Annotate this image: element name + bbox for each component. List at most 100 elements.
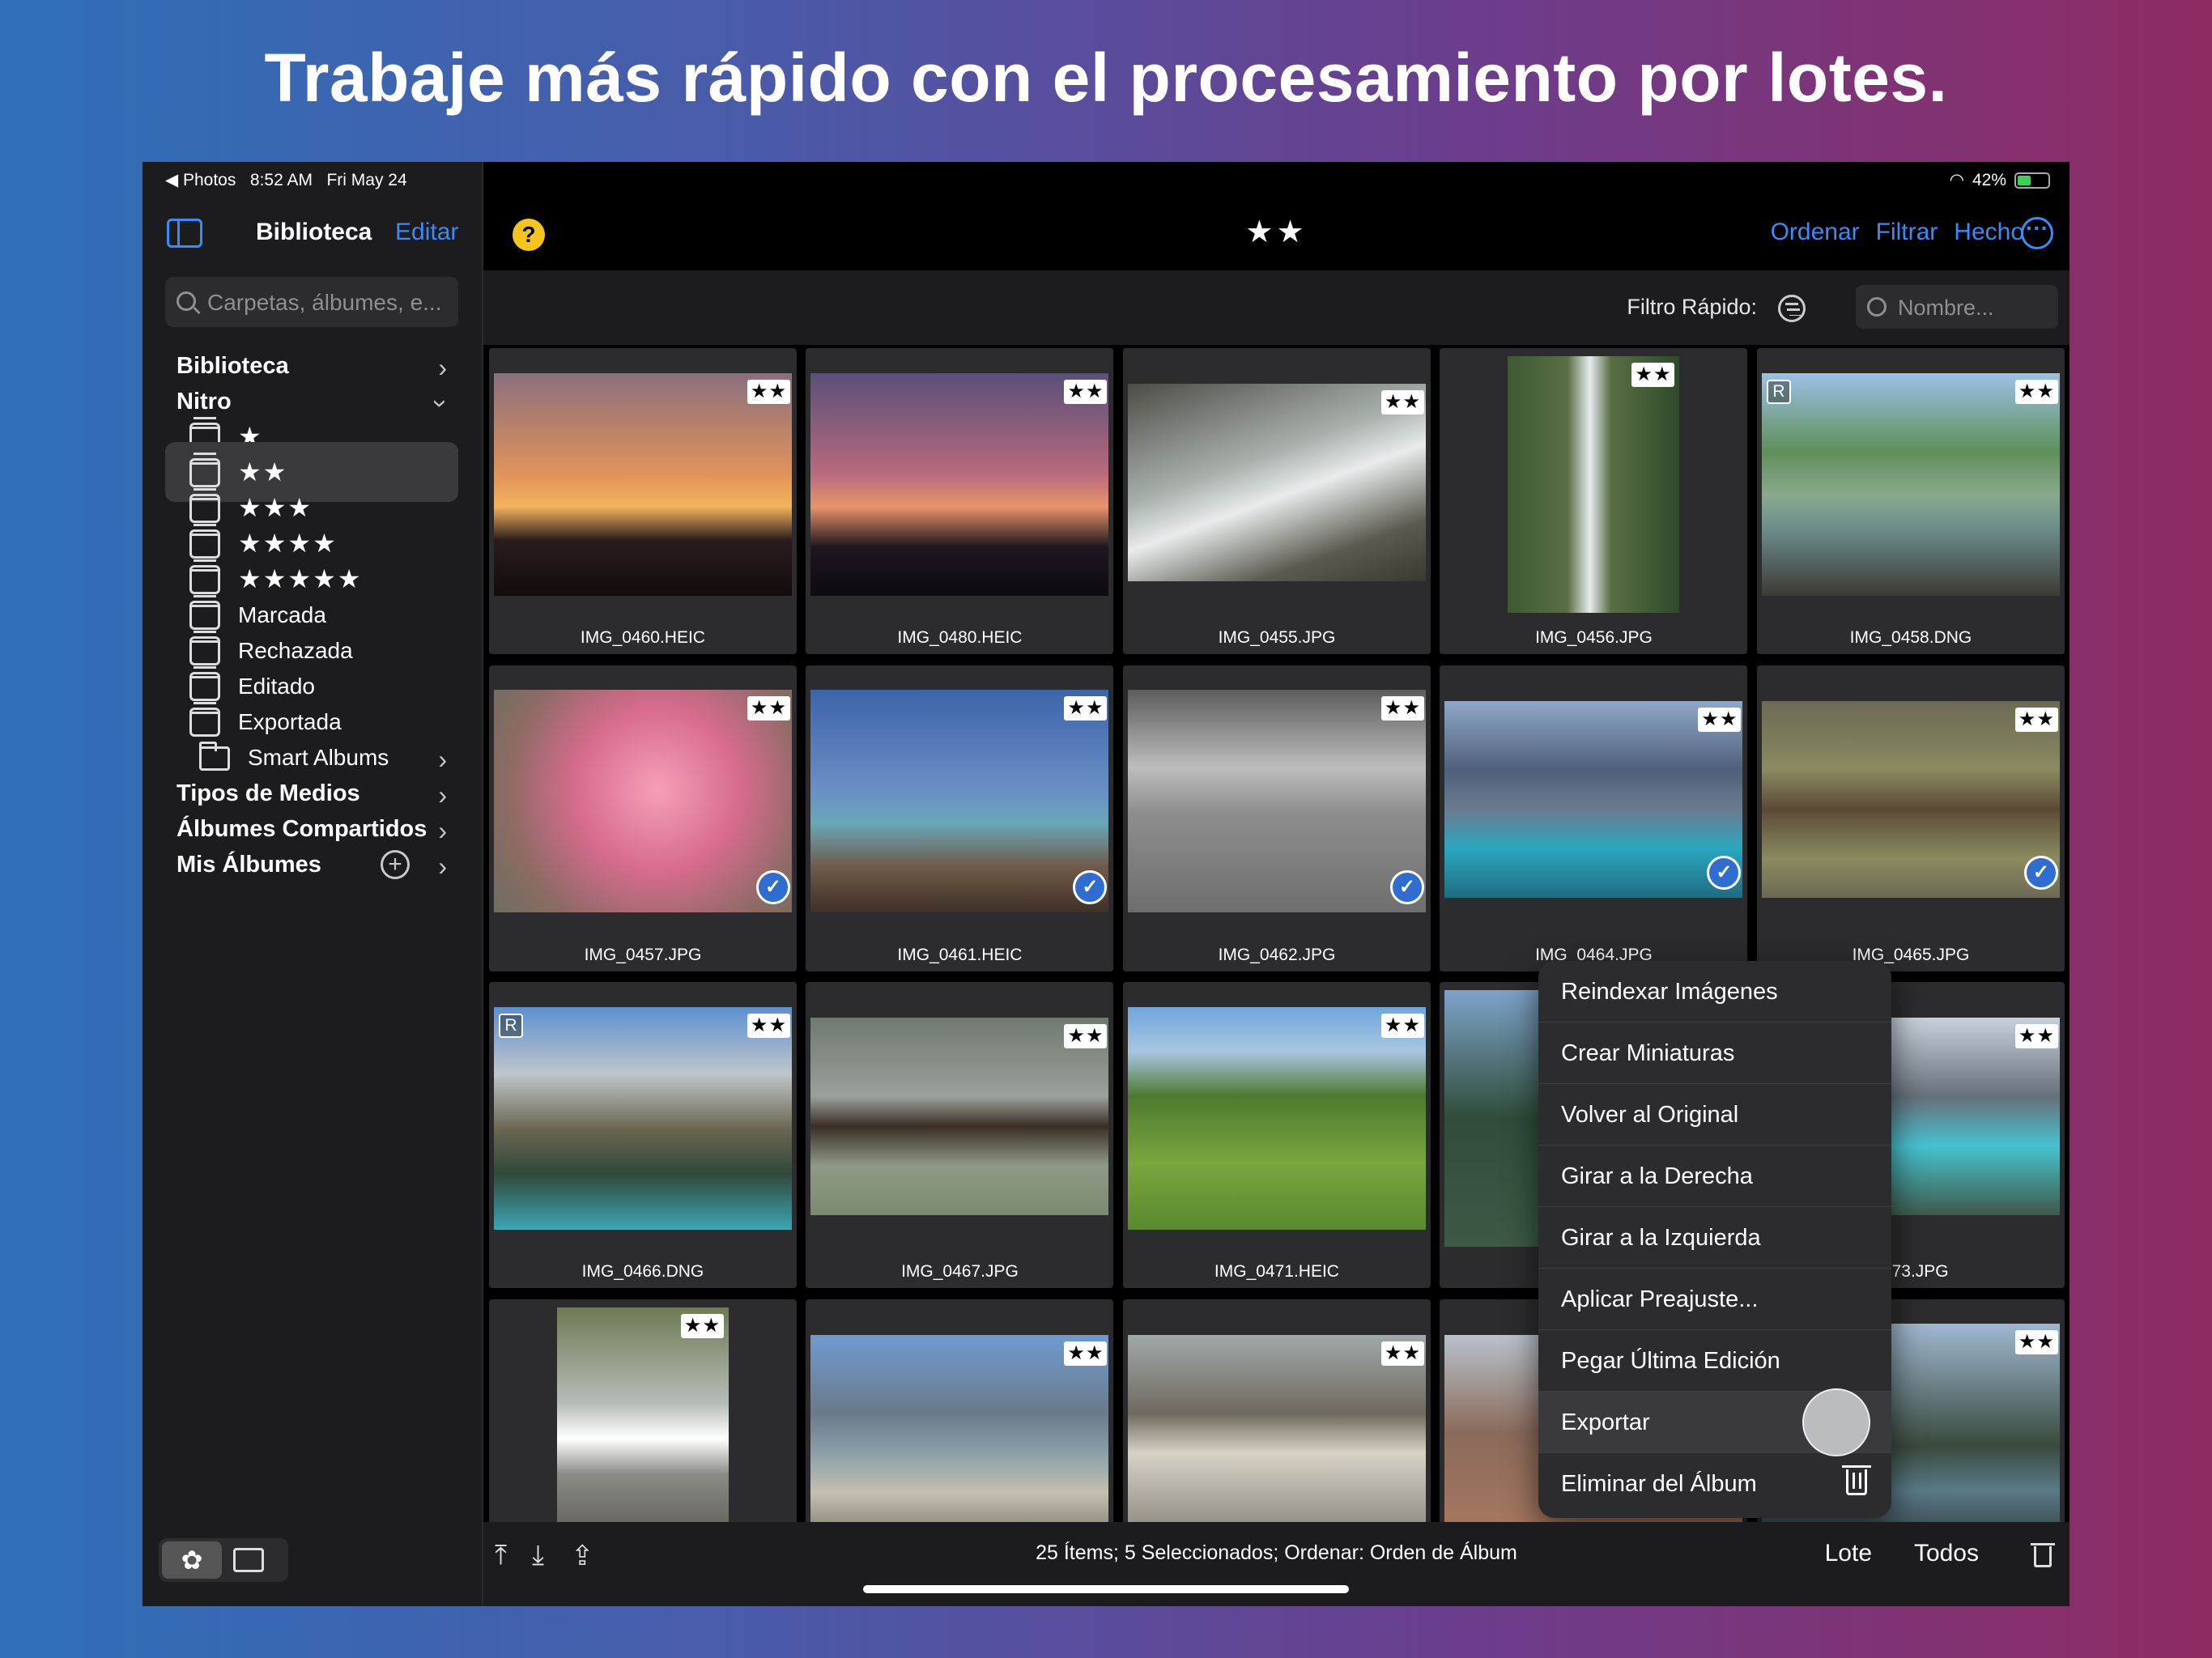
batch-context-menu: Reindexar Imágenes Crear Miniaturas Volv… — [1538, 961, 1891, 1518]
photo-cell[interactable]: ★★ ✓ IMG_0464.JPG — [1440, 665, 1748, 971]
menu-item-label: Crear Miniaturas — [1561, 1040, 1735, 1066]
photo-thumbnail — [1127, 690, 1426, 912]
photo-filename: IMG_0456.JPG — [1535, 628, 1653, 647]
battery-percent: 42% — [1972, 170, 2006, 189]
sidebar-section-my-albums[interactable]: Mis Álbumes + › — [165, 834, 458, 895]
chevron-right-icon: › — [438, 852, 447, 881]
menu-remove-from-album[interactable]: Eliminar del Álbum — [1538, 1453, 1891, 1515]
menu-item-label: Aplicar Preajuste... — [1561, 1286, 1759, 1312]
photo-filename: IMG_0457.JPG — [584, 945, 702, 964]
batch-button[interactable]: Lote — [1825, 1540, 1872, 1567]
menu-rotate-left[interactable]: Girar a la Izquierda — [1538, 1207, 1891, 1269]
photo-cell[interactable]: ★★ ✓ IMG_0461.HEIC — [806, 665, 1114, 971]
rating-badge: ★★ — [1380, 696, 1424, 721]
photo-filename: IMG_0471.HEIC — [1214, 1262, 1339, 1281]
top-actions: Ordenar Filtrar Hecho — [1771, 219, 2024, 246]
menu-item-label: Pegar Última Edición — [1561, 1348, 1780, 1374]
menu-create-thumbnails[interactable]: Crear Miniaturas — [1538, 1022, 1891, 1084]
section-label: Mis Álbumes — [177, 852, 321, 878]
photo-filename: IMG_0461.HEIC — [897, 945, 1023, 964]
photo-cell[interactable]: ★★ ✓ IMG_0465.JPG — [1756, 665, 2065, 971]
photo-cell[interactable]: ★★ IMG_0460.HEIC — [488, 348, 797, 654]
photo-filename: IMG_0466.DNG — [581, 1262, 704, 1281]
menu-item-label: Eliminar del Álbum — [1561, 1471, 1757, 1497]
selected-check-icon: ✓ — [1389, 870, 1424, 905]
photo-thumbnail — [1761, 372, 2060, 596]
selected-check-icon: ✓ — [2023, 856, 2058, 891]
rating-badge: ★★ — [747, 379, 790, 404]
photo-cell[interactable]: ★★ IMG_0456.JPG — [1440, 348, 1748, 654]
photo-filename: IMG_0467.JPG — [901, 1262, 1019, 1281]
rating-badge: ★★ — [2014, 1024, 2058, 1049]
search-icon — [177, 291, 196, 311]
status-time: 8:52 AM — [249, 171, 313, 189]
headline: Trabaje más rápido con el procesamiento … — [264, 40, 1948, 116]
status-left: ◀ Photos 8:52 AM Fri May 24 — [165, 170, 407, 190]
photo-filename: IMG_0460.HEIC — [580, 628, 705, 647]
status-right: ◠ 42% — [1950, 170, 2050, 190]
photo-thumbnail — [493, 372, 792, 596]
bottom-toolbar: ⤒ ⤓ ⇪ 25 Ítems; 5 Seleccionados; Ordenar… — [483, 1522, 2069, 1606]
name-search-placeholder: Nombre... — [1898, 295, 1994, 320]
select-all-button[interactable]: Todos — [1914, 1540, 1979, 1567]
menu-apply-preset[interactable]: Aplicar Preajuste... — [1538, 1269, 1891, 1330]
menu-revert-original[interactable]: Volver al Original — [1538, 1084, 1891, 1146]
filter-lines-icon[interactable] — [1778, 295, 1806, 322]
filter-button[interactable]: Filtrar — [1876, 219, 1938, 246]
photo-cell[interactable]: ★★ IMG_0471.HEIC — [1122, 982, 1431, 1288]
edit-button[interactable]: Editar — [395, 219, 458, 246]
sidebar-search-placeholder: Carpetas, álbumes, e... — [207, 290, 442, 315]
photo-filename: IMG_0458.DNG — [1849, 628, 1972, 647]
rating-badge: ★★ — [1380, 390, 1424, 415]
selected-check-icon: ✓ — [755, 870, 790, 905]
photos-flower-icon[interactable]: ✿ — [162, 1541, 222, 1579]
menu-paste-last-edit[interactable]: Pegar Última Edición — [1538, 1330, 1891, 1392]
view-mode-segmented-control: ✿ — [159, 1538, 288, 1582]
rating-badge: ★★ — [1064, 696, 1108, 721]
menu-reindex-images[interactable]: Reindexar Imágenes — [1538, 961, 1891, 1022]
rating-badge: ★★ — [1064, 1341, 1108, 1366]
search-icon — [1867, 297, 1887, 317]
battery-icon — [2014, 172, 2050, 189]
rating-badge: ★★ — [1631, 363, 1675, 388]
menu-rotate-right[interactable]: Girar a la Derecha — [1538, 1146, 1891, 1207]
photo-thumbnail — [810, 690, 1109, 912]
wifi-icon: ◠ — [1949, 171, 1964, 189]
photo-filename: IMG_0455.JPG — [1218, 628, 1336, 647]
photo-cell[interactable]: ★★ IMG_0467.JPG — [806, 982, 1114, 1288]
delete-icon[interactable] — [2031, 1543, 2055, 1567]
home-indicator — [863, 1585, 1349, 1593]
rating-badge: ★★ — [1698, 707, 1742, 732]
trash-icon — [1842, 1465, 1871, 1495]
photo-thumbnail — [810, 372, 1109, 596]
quick-filter-label: Filtro Rápido: — [1627, 295, 1757, 319]
sidebar-bottom-bar: ✿ — [143, 1522, 483, 1606]
photo-cell[interactable]: ★★ R IMG_0458.DNG — [1756, 348, 2065, 654]
add-album-icon[interactable]: + — [381, 850, 410, 879]
sort-button[interactable]: Ordenar — [1771, 219, 1860, 246]
photo-cell[interactable]: ★★ ✓ IMG_0462.JPG — [1122, 665, 1431, 971]
rating-badge: ★★ — [747, 696, 790, 721]
ipad-screen: ◀ Photos 8:52 AM Fri May 24 Biblioteca E… — [143, 162, 2069, 1606]
photo-cell[interactable]: ★★ ✓ IMG_0457.JPG — [488, 665, 797, 971]
name-search-input[interactable]: Nombre... — [1856, 285, 2058, 329]
folder-view-icon[interactable] — [233, 1548, 264, 1572]
sidebar-toggle-icon[interactable] — [167, 219, 202, 248]
photo-cell[interactable]: ★★ IMG_0480.HEIC — [806, 348, 1114, 654]
rating-badge: ★★ — [1064, 1024, 1108, 1049]
raw-badge: R — [1766, 379, 1791, 404]
back-to-app-link[interactable]: ◀ Photos — [165, 171, 236, 189]
menu-export[interactable]: Exportar — [1538, 1388, 1891, 1456]
more-options-icon[interactable]: ··· — [2021, 217, 2053, 249]
rating-badge: ★★ — [1380, 1013, 1424, 1038]
sidebar-search-input[interactable]: Carpetas, álbumes, e... — [165, 277, 458, 327]
photo-thumbnail — [556, 1307, 729, 1547]
photo-cell[interactable]: ★★ R IMG_0466.DNG — [488, 982, 797, 1288]
photo-cell[interactable]: ★★ IMG_0455.JPG — [1122, 348, 1431, 654]
menu-item-label: Exportar — [1561, 1409, 1650, 1435]
sidebar-title: Biblioteca — [256, 219, 372, 245]
touch-indicator — [1802, 1388, 1870, 1456]
done-button[interactable]: Hecho — [1954, 219, 2024, 246]
rating-badge: ★★ — [1380, 1341, 1424, 1366]
sidebar-header: Biblioteca Editar — [143, 204, 483, 270]
